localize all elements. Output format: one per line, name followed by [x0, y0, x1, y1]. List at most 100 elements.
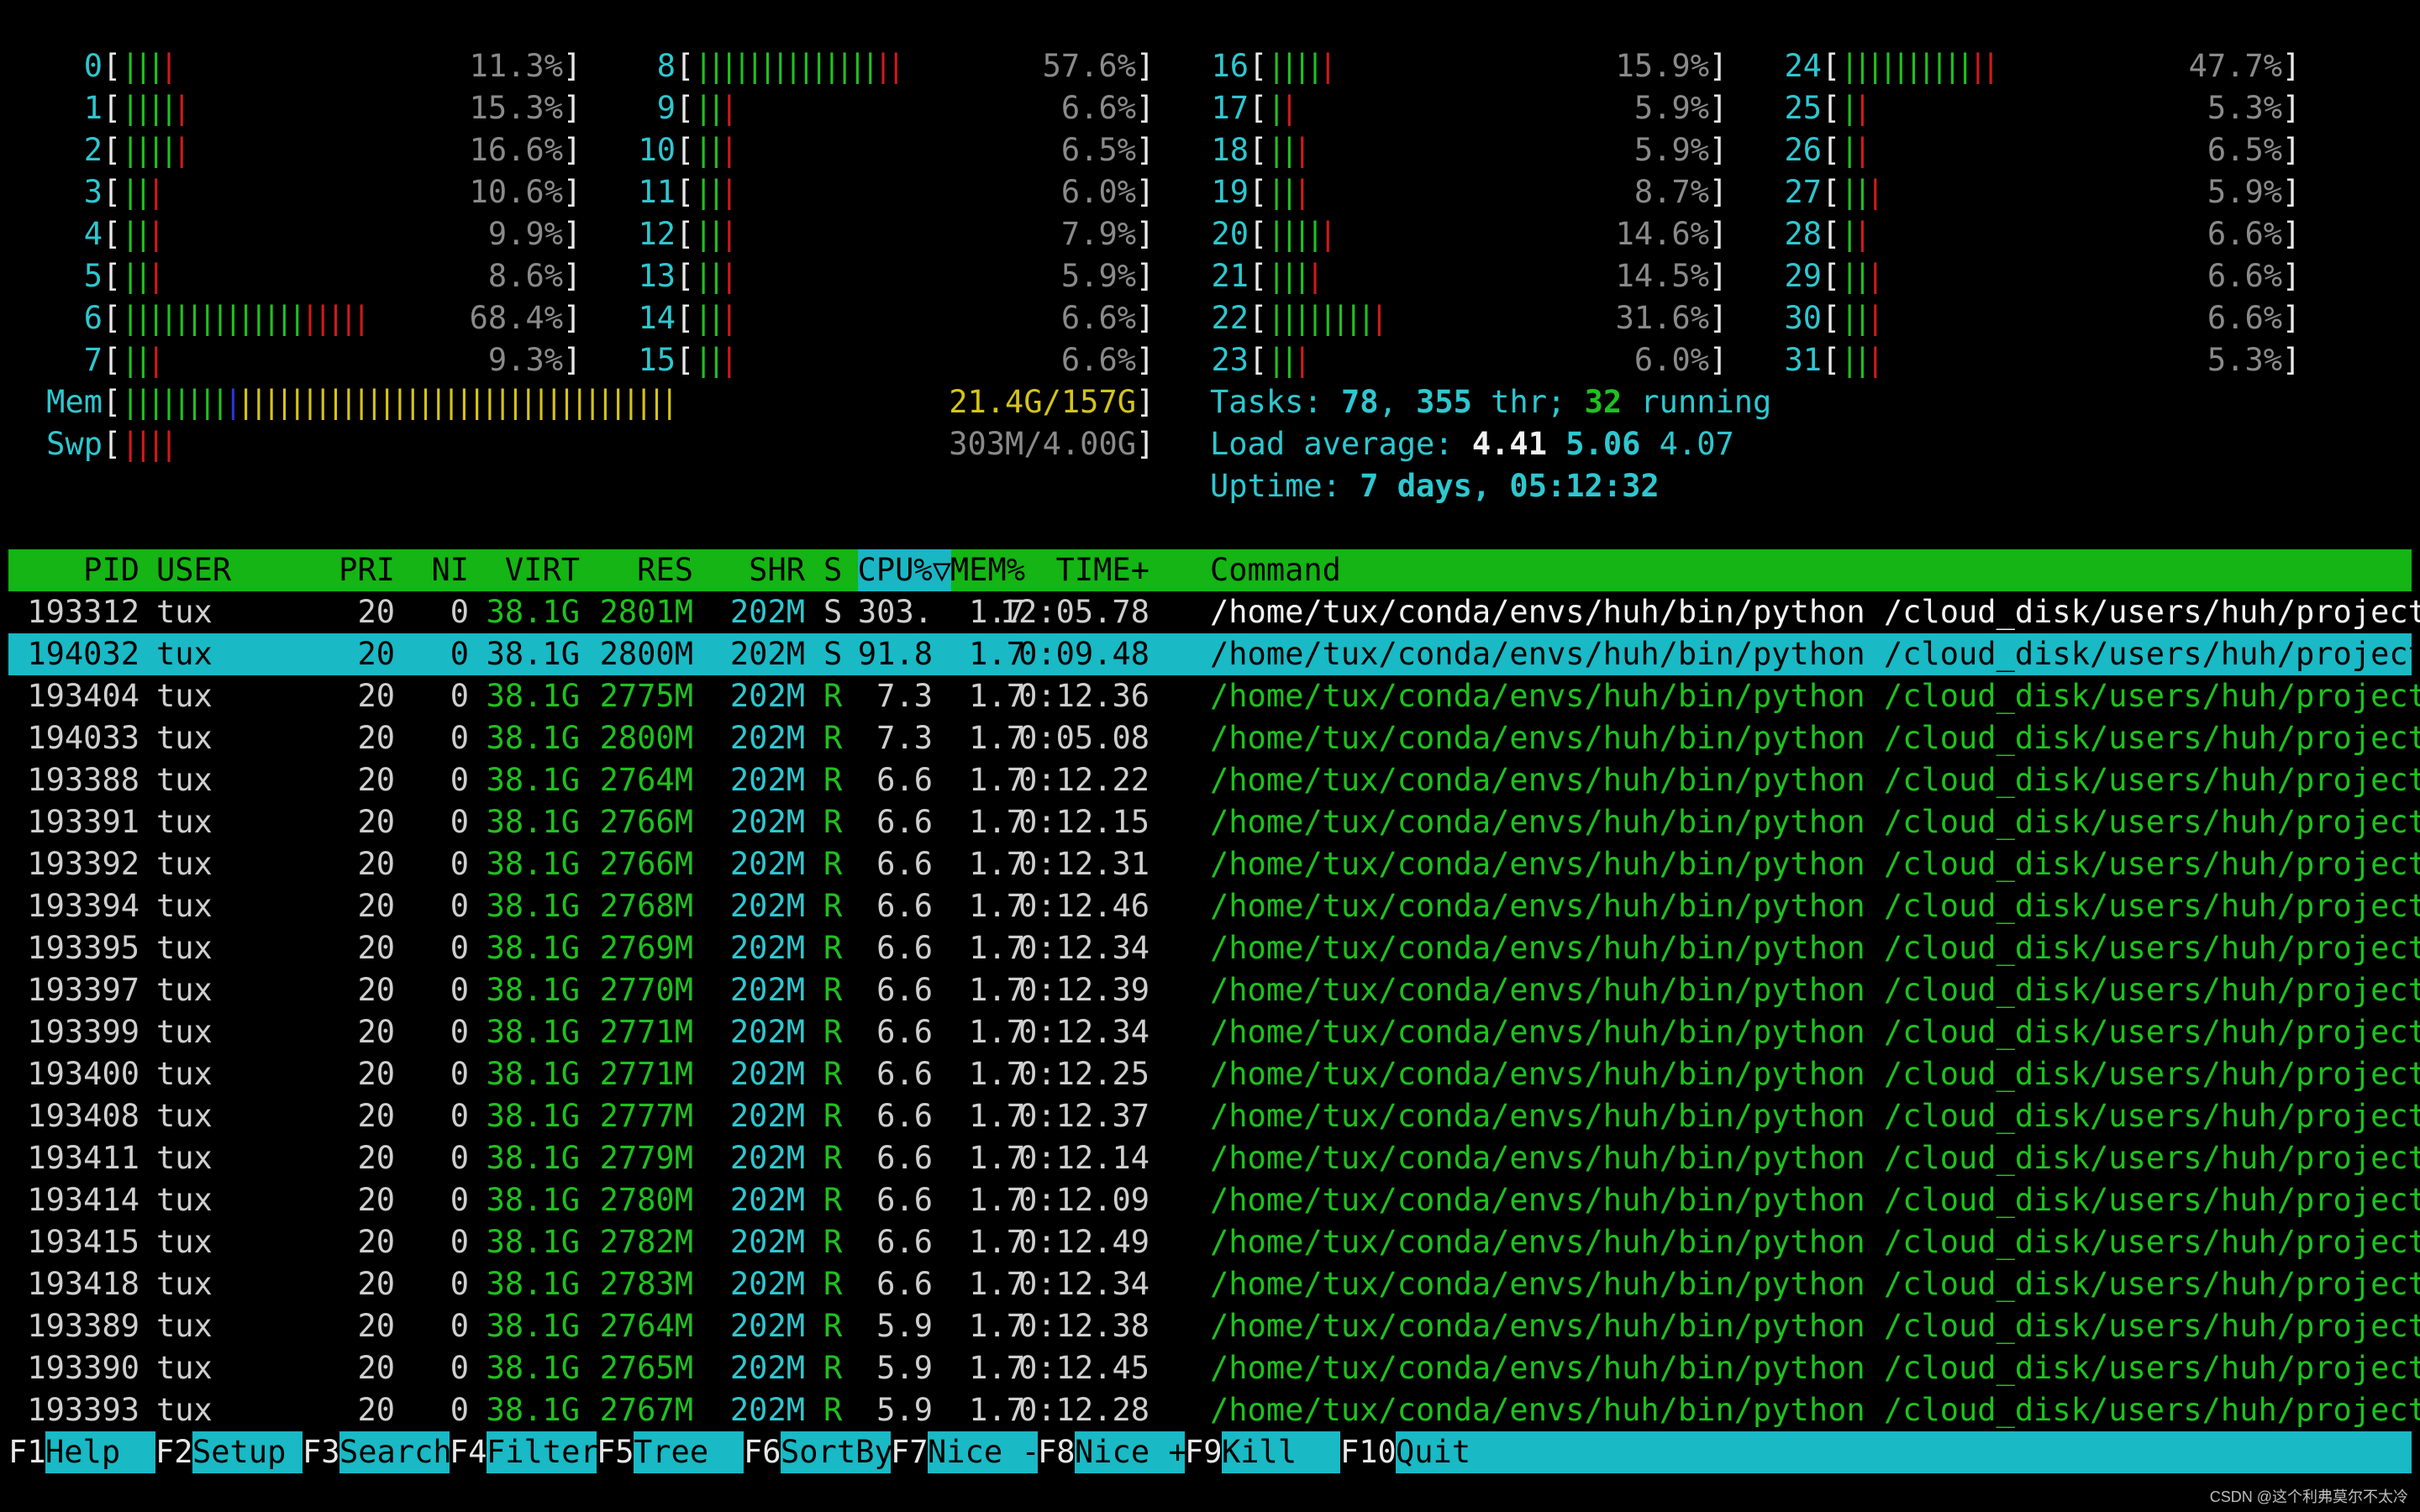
function-key-f8[interactable]: F8: [1038, 1431, 1076, 1473]
column-header-priority[interactable]: PRI: [339, 549, 395, 591]
table-row[interactable]: 193418 tux 20 0 38.1G 2783M 202M R 6.6 1.7 0:12.34…: [8, 1263, 2420, 1305]
cell-user: tux: [156, 1308, 213, 1344]
function-key-f2[interactable]: F2: [155, 1431, 193, 1473]
mem-bar: [|||||||||||||||||||||||||||||||||||||||…: [103, 381, 1155, 423]
function-key-label[interactable]: Search: [339, 1431, 452, 1473]
column-header-res-memory[interactable]: RES: [637, 549, 693, 591]
tasks-line: Tasks: 78, 355 thr; 32 running: [1210, 384, 1772, 420]
function-key-f5[interactable]: F5: [597, 1431, 634, 1473]
bar-bracket-right: ]: [562, 90, 581, 126]
cpu-percent: 57.6%: [1042, 48, 1136, 84]
table-row[interactable]: 193399 tux 20 0 38.1G 2771M 202M R 6.6 1.7 0:12.34…: [8, 1011, 2420, 1053]
cell-virt-memory: 38.1G: [486, 972, 580, 1008]
kernel-ticks: |: [172, 132, 191, 168]
column-header-virt-memory[interactable]: VIRT: [505, 549, 580, 591]
bar-bracket-left: [: [1249, 90, 1268, 126]
table-row[interactable]: 193392 tux 20 0 38.1G 2766M 202M R 6.6 1.7 0:12.31…: [8, 843, 2420, 885]
bar-bracket-right: ]: [562, 300, 581, 336]
table-row[interactable]: 193393 tux 20 0 38.1G 2767M 202M R 5.9 1.7 0:12.28…: [8, 1389, 2420, 1431]
table-row[interactable]: 193408 tux 20 0 38.1G 2777M 202M R 6.6 1.7 0:12.37…: [8, 1095, 2420, 1137]
cell-pid: 193414: [27, 1182, 139, 1218]
column-header-user[interactable]: USER: [156, 549, 231, 591]
cell-shared-memory: 202M: [729, 1140, 805, 1176]
cell-pid: 193394: [27, 888, 139, 924]
column-header-state[interactable]: S: [823, 549, 842, 591]
function-key-f7[interactable]: F7: [891, 1431, 929, 1473]
user-ticks: ||: [694, 342, 725, 378]
cpu-bar: [||| 5.9%]: [676, 255, 1155, 297]
function-key-f9[interactable]: F9: [1185, 1431, 1223, 1473]
column-header-pid[interactable]: PID: [83, 549, 139, 591]
cpu-bar: [||| 7.9%]: [676, 213, 1155, 255]
column-header-mem-percent[interactable]: MEM%: [950, 549, 1025, 591]
bar-bracket-left: [: [1249, 300, 1268, 336]
column-header-nice[interactable]: NI: [431, 549, 469, 591]
column-header-shared-memory[interactable]: SHR: [749, 549, 805, 591]
function-key-label[interactable]: Setup: [192, 1431, 302, 1473]
user-ticks: ||: [694, 174, 725, 210]
cell-cpu-time: 0:12.22: [1018, 762, 1150, 798]
cell-state: R: [823, 1098, 843, 1134]
bar-bracket-right: ]: [1708, 174, 1728, 210]
cell-res-memory: 2780M: [599, 1182, 693, 1218]
table-row[interactable]: 193400 tux 20 0 38.1G 2771M 202M R 6.6 1.7 0:12.25…: [8, 1053, 2420, 1095]
cpu-usage-ticks: |||: [694, 297, 739, 339]
user-ticks: ||: [1840, 342, 1871, 378]
function-key-label[interactable]: SortBy: [781, 1431, 893, 1473]
table-row[interactable]: 193312 tux 20 0 38.1G 2801M 202M S 303. 1.7 12:05.…: [8, 591, 2420, 633]
bar-bracket-left: [: [103, 48, 122, 84]
cell-shared-memory: 202M: [729, 930, 805, 966]
bar-bracket-right: ]: [1708, 48, 1728, 84]
cell-cpu-percent: 6.6: [876, 1014, 933, 1050]
bar-bracket-left: [: [1249, 342, 1268, 378]
function-key-f3[interactable]: F3: [302, 1431, 340, 1473]
table-row[interactable]: 193394 tux 20 0 38.1G 2768M 202M R 6.6 1.7 0:12.46…: [8, 885, 2420, 927]
bar-bracket-left: [: [103, 300, 122, 336]
cpu-index: 25: [1784, 90, 1822, 126]
table-row[interactable]: 193411 tux 20 0 38.1G 2779M 202M R 6.6 1.7 0:12.14…: [8, 1137, 2420, 1179]
cpu-usage-ticks: |||||||||||||||||||: [121, 297, 371, 339]
table-row[interactable]: 193395 tux 20 0 38.1G 2769M 202M R 6.6 1.7 0:12.34…: [8, 927, 2420, 969]
function-key-label[interactable]: Help: [45, 1431, 155, 1473]
column-header-command[interactable]: Command: [1210, 549, 1341, 591]
table-row[interactable]: 193397 tux 20 0 38.1G 2770M 202M R 6.6 1.7 0:12.39…: [8, 969, 2420, 1011]
table-row[interactable]: 193404 tux 20 0 38.1G 2775M 202M R 7.3 1.7 0:12.36…: [8, 675, 2420, 717]
function-key-f6[interactable]: F6: [744, 1431, 781, 1473]
user-ticks: ||: [1840, 258, 1871, 294]
cpu-bar: [||||||||||||||||||| 68.4%]: [103, 297, 581, 339]
kernel-ticks: |: [1853, 90, 1871, 126]
table-row[interactable]: 194033 tux 20 0 38.1G 2800M 202M R 7.3 1.7 0:05.08…: [8, 717, 2420, 759]
function-key-label[interactable]: Filter: [487, 1431, 599, 1473]
kernel-ticks: |: [1853, 216, 1871, 252]
table-row[interactable]: 193389 tux 20 0 38.1G 2764M 202M R 5.9 1.7 0:12.38…: [8, 1305, 2420, 1347]
cell-user: tux: [156, 1224, 213, 1260]
kernel-ticks: |: [1853, 132, 1871, 168]
function-key-f1[interactable]: F1: [8, 1431, 46, 1473]
function-key-f4[interactable]: F4: [450, 1431, 487, 1473]
table-row[interactable]: 193390 tux 20 0 38.1G 2765M 202M R 5.9 1.7 0:12.45…: [8, 1347, 2420, 1389]
user-ticks: |: [1840, 90, 1859, 126]
column-header-cpu-percent[interactable]: CPU%▽: [857, 549, 951, 591]
table-row[interactable]: 193388 tux 20 0 38.1G 2764M 202M R 6.6 1.7 0:12.22…: [8, 759, 2420, 801]
cpu-percent: 5.9%: [1634, 90, 1709, 126]
cell-state: R: [823, 930, 843, 966]
function-key-label[interactable]: Nice -: [928, 1431, 1040, 1473]
table-row[interactable]: 193414 tux 20 0 38.1G 2780M 202M R 6.6 1.7 0:12.09…: [8, 1179, 2420, 1221]
function-key-label[interactable]: Nice +: [1075, 1431, 1187, 1473]
cell-priority: 20: [357, 804, 395, 840]
function-key-label[interactable]: Kill: [1222, 1431, 1340, 1473]
bar-bracket-left: [: [676, 132, 695, 168]
function-key-label[interactable]: Quit: [1396, 1431, 2412, 1473]
function-key-f10[interactable]: F10: [1340, 1431, 1397, 1473]
cell-shared-memory: 202M: [729, 1056, 805, 1092]
table-row[interactable]: 194032 tux 20 0 38.1G 2800M 202M S 91.8 1.7 0:09.4…: [8, 633, 2420, 675]
cell-cpu-time: 0:12.31: [1018, 846, 1150, 882]
table-row[interactable]: 193415 tux 20 0 38.1G 2782M 202M R 6.6 1.7 0:12.49…: [8, 1221, 2420, 1263]
bar-bracket-left: [: [1822, 300, 1841, 336]
cpu-meter: 14[||| 6.6%]: [638, 297, 1155, 339]
column-header-cpu-time[interactable]: TIME+: [1056, 549, 1150, 591]
cell-command: /home/tux/conda/envs/huh/bin/python /clo…: [1210, 594, 2420, 630]
function-key-label[interactable]: Tree: [634, 1431, 744, 1473]
table-row[interactable]: 193391 tux 20 0 38.1G 2766M 202M R 6.6 1.7 0:12.15…: [8, 801, 2420, 843]
cpu-usage-ticks: |||: [694, 129, 739, 171]
